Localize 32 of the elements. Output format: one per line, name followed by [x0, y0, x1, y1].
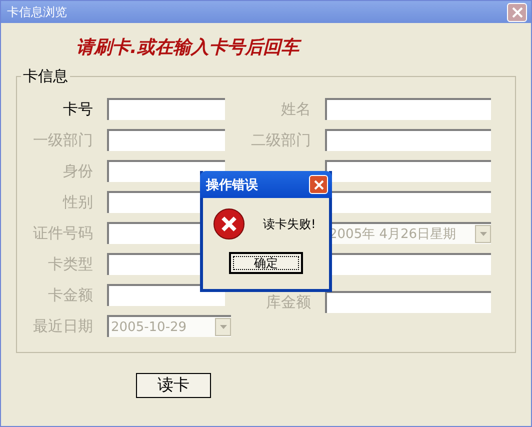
field-label: 最近日期	[32, 316, 93, 336]
field-label: 库金额	[265, 292, 311, 312]
ok-button[interactable]: 确定	[229, 252, 303, 274]
dropdown-arrow-icon	[220, 325, 226, 329]
error-message: 读卡失败!	[263, 216, 316, 232]
input-field[interactable]	[325, 291, 491, 313]
field-label: 身份	[62, 162, 93, 180]
input-field[interactable]	[107, 129, 225, 151]
close-icon	[314, 180, 324, 190]
instruction-text: 请刷卡.或在输入卡号后回车	[76, 35, 516, 59]
dialog-title: 操作错误	[206, 176, 258, 194]
input-field[interactable]	[325, 98, 491, 120]
close-button[interactable]	[507, 2, 527, 22]
group-title: 卡信息	[22, 67, 69, 86]
field-label: 卡号	[62, 100, 93, 118]
field-label: 卡类型	[47, 254, 93, 274]
read-card-button[interactable]: 读卡	[136, 373, 211, 398]
field-label: 一级部门	[32, 130, 93, 150]
field-label: 性别	[62, 192, 93, 212]
error-icon	[213, 208, 245, 240]
field-label: 二级部门	[250, 130, 311, 150]
field-label: 姓名	[280, 100, 311, 118]
close-icon	[512, 6, 522, 18]
dropdown-arrow-icon	[480, 232, 486, 236]
window-title: 卡信息浏览	[7, 4, 67, 20]
input-field[interactable]	[107, 98, 225, 120]
input-field[interactable]	[107, 284, 225, 306]
close-button[interactable]	[309, 175, 328, 194]
field-label: 证件号码	[32, 224, 93, 242]
input-field[interactable]	[325, 160, 491, 182]
input-field[interactable]	[325, 129, 491, 151]
field-label: 卡金额	[47, 286, 93, 304]
